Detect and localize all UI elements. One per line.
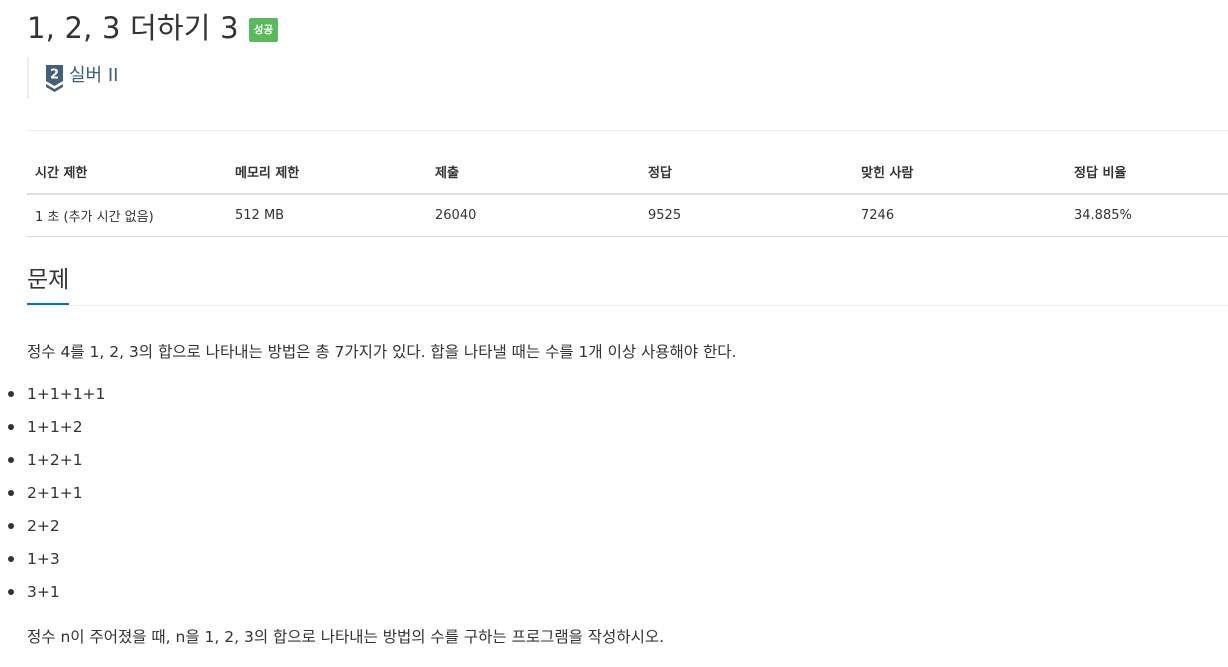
divider bbox=[27, 130, 1228, 131]
section-header: 문제 bbox=[27, 262, 1228, 306]
problem-page: 1, 2, 3 더하기 3 성공 2 실버 II 시간 제한 메모리 제한 제출… bbox=[0, 0, 1228, 667]
list-item: 3+1 bbox=[8, 577, 105, 610]
bullet bbox=[8, 457, 14, 463]
table-header: 시간 제한 bbox=[27, 152, 227, 195]
title-row: 1, 2, 3 더하기 3 성공 bbox=[27, 8, 279, 48]
silver-tier-icon: 2 bbox=[46, 65, 63, 92]
bullet bbox=[8, 589, 14, 595]
table-header: 메모리 제한 bbox=[227, 152, 427, 195]
problem-info-table: 시간 제한 메모리 제한 제출 정답 맞힌 사람 정답 비율 1 초 (추가 시… bbox=[27, 152, 1228, 237]
table-header: 정답 비율 bbox=[1066, 152, 1228, 195]
table-cell: 7246 bbox=[853, 194, 1066, 237]
table-header: 맞힌 사람 bbox=[853, 152, 1066, 195]
tier-block: 2 실버 II bbox=[27, 57, 118, 99]
table-cell: 1 초 (추가 시간 없음) bbox=[27, 194, 227, 237]
problem-task: 정수 n이 주어졌을 때, n을 1, 2, 3의 합으로 나타내는 방법의 수… bbox=[27, 628, 665, 646]
tier-label[interactable]: 실버 II bbox=[69, 57, 118, 95]
table-row: 1 초 (추가 시간 없음) 512 MB 26040 9525 7246 34… bbox=[27, 194, 1228, 237]
list-item: 1+3 bbox=[8, 544, 105, 577]
list-item: 2+1+1 bbox=[8, 478, 105, 511]
bullet bbox=[8, 523, 14, 529]
table-header-row: 시간 제한 메모리 제한 제출 정답 맞힌 사람 정답 비율 bbox=[27, 152, 1228, 195]
table-cell: 512 MB bbox=[227, 194, 427, 237]
problem-title: 1, 2, 3 더하기 3 bbox=[27, 11, 239, 45]
list-item: 1+1+2 bbox=[8, 412, 105, 445]
list-item: 1+2+1 bbox=[8, 445, 105, 478]
bullet bbox=[8, 391, 14, 397]
list-item: 1+1+1+1 bbox=[8, 379, 105, 412]
bullet bbox=[8, 556, 14, 562]
problem-description: 정수 4를 1, 2, 3의 합으로 나타내는 방법은 총 7가지가 있다. 합… bbox=[27, 343, 737, 361]
table-cell[interactable]: 26040 bbox=[427, 194, 640, 237]
table-header: 정답 bbox=[640, 152, 853, 195]
table-header: 제출 bbox=[427, 152, 640, 195]
tier-number: 2 bbox=[50, 68, 59, 83]
section-title: 문제 bbox=[27, 262, 70, 305]
list-item: 2+2 bbox=[8, 511, 105, 544]
bullet bbox=[8, 490, 14, 496]
table-cell: 34.885% bbox=[1066, 194, 1228, 237]
bullet bbox=[8, 424, 14, 430]
example-list: 1+1+1+1 1+1+2 1+2+1 2+1+1 2+2 1+3 3+1 bbox=[0, 379, 105, 610]
status-badge: 성공 bbox=[248, 18, 279, 42]
table-cell[interactable]: 9525 bbox=[640, 194, 853, 237]
